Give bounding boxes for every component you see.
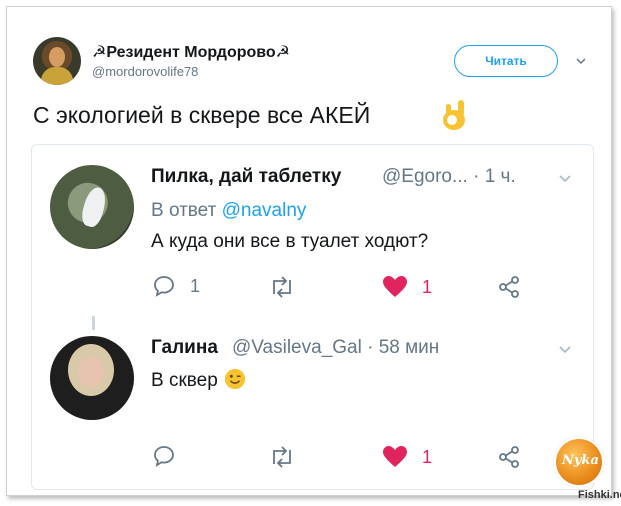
avatar-face: [49, 47, 65, 67]
share-icon: [499, 446, 519, 468]
like-count: 1: [422, 446, 433, 467]
site-watermark: Fishki.net: [578, 489, 621, 501]
chevron-down-icon[interactable]: [576, 56, 586, 66]
reply-action[interactable]: [152, 444, 190, 468]
ok-hand-emoji-icon: [443, 100, 465, 130]
reply-action[interactable]: 1: [152, 274, 200, 298]
share-action[interactable]: [497, 445, 521, 469]
like-action[interactable]: 1: [382, 445, 432, 469]
comment-icon: [154, 276, 174, 297]
comment-icon: [154, 446, 174, 467]
heart-icon: [383, 276, 407, 297]
reply-avatar[interactable]: [50, 336, 134, 420]
site-logo-text: Nyka: [562, 453, 599, 468]
reply-author-name[interactable]: Галина: [151, 337, 218, 359]
reply-handle-time[interactable]: @Vasileva_Gal · 58 мин: [232, 337, 439, 359]
like-action[interactable]: 1: [382, 275, 432, 299]
reply-count: 1: [190, 275, 201, 296]
retweet-action[interactable]: [268, 276, 310, 298]
follow-button[interactable]: Читать: [454, 45, 558, 77]
winking-face-emoji-icon: [224, 368, 246, 390]
like-count: 1: [422, 276, 433, 297]
reply-to-line: В ответ @navalny: [151, 200, 306, 222]
author-avatar[interactable]: [33, 37, 81, 85]
reply-author-name[interactable]: Пилка, дай таблетку: [151, 166, 341, 188]
reply-text-line: В сквер: [151, 368, 247, 392]
avatar-shirt: [41, 67, 73, 85]
thread-connector-line: [92, 316, 95, 330]
tweet-text: С экологией в сквере все АКЕЙ: [33, 102, 371, 128]
author-name[interactable]: ☭Резидент Мордорово☭: [92, 42, 290, 62]
retweet-icon: [273, 276, 291, 298]
share-icon: [499, 276, 519, 298]
author-handle[interactable]: @mordorovolife78: [92, 64, 198, 79]
reply-to-link[interactable]: @navalny: [222, 200, 307, 221]
moth-image: [79, 185, 109, 229]
site-logo: Nyka: [556, 439, 602, 485]
chevron-down-icon[interactable]: [558, 343, 572, 357]
reply-avatar[interactable]: [50, 165, 134, 249]
reply-to-prefix: В ответ: [151, 200, 217, 221]
reply-text: А куда они все в туалет ходют?: [151, 231, 429, 252]
heart-icon: [383, 446, 407, 467]
reply-handle-time[interactable]: @Egoro... · 1 ч.: [382, 166, 516, 188]
avatar-face: [78, 356, 104, 388]
retweet-icon: [273, 446, 291, 468]
chevron-down-icon[interactable]: [558, 172, 572, 186]
share-action[interactable]: [497, 275, 521, 299]
reply-text: В сквер: [151, 370, 218, 391]
retweet-action[interactable]: [268, 446, 310, 468]
